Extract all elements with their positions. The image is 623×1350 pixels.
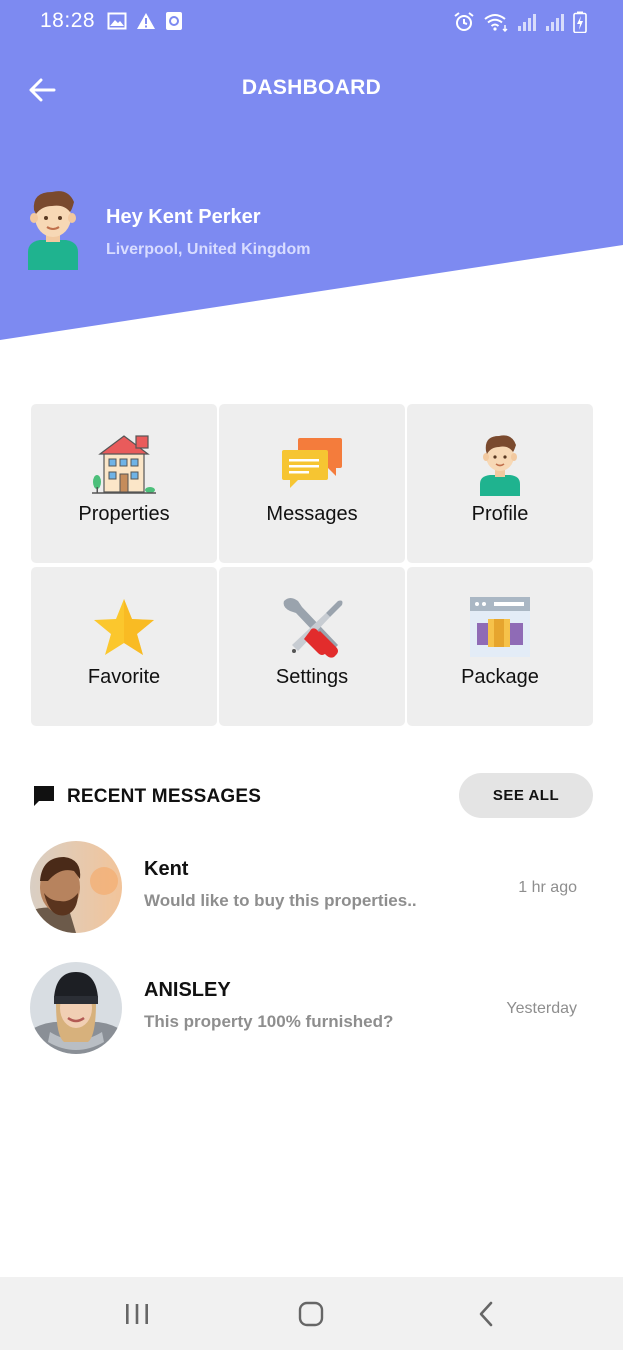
tile-properties[interactable]: Properties [31, 404, 217, 563]
tile-settings[interactable]: Settings [219, 567, 405, 726]
system-nav-bar [0, 1277, 623, 1350]
house-icon [92, 435, 156, 494]
chat-bubbles-icon [282, 438, 342, 488]
message-sender: Kent [144, 858, 189, 880]
user-greeting: Hey Kent Perker [106, 206, 261, 228]
tile-label: Favorite [87, 666, 161, 688]
signal-icon [546, 14, 564, 31]
recent-apps-button[interactable] [117, 1297, 157, 1331]
profile-avatar-icon [480, 435, 520, 496]
message-sender: ANISLEY [144, 979, 231, 1001]
message-preview: This property 100% furnished? [144, 1012, 394, 1031]
home-icon [298, 1301, 324, 1327]
message-item[interactable]: ANISLEY This property 100% furnished? Ye… [30, 962, 593, 1056]
tile-messages[interactable]: Messages [219, 404, 405, 563]
tile-profile[interactable]: Profile [407, 404, 593, 563]
tile-favorite[interactable]: Favorite [31, 567, 217, 726]
home-button[interactable] [291, 1297, 331, 1331]
tile-label: Properties [78, 503, 170, 525]
top-app-bar: DASHBOARD [0, 60, 623, 116]
notification-icon [166, 12, 182, 30]
signal-icon [518, 14, 536, 31]
tile-label: Messages [266, 503, 358, 525]
package-icon [470, 597, 530, 657]
header-background [0, 0, 623, 340]
status-time: 18:28 [40, 9, 96, 32]
message-item[interactable]: Kent Would like to buy this properties..… [30, 841, 593, 935]
star-icon [94, 599, 154, 655]
status-bar: 18:28 [0, 0, 623, 44]
avatar [30, 962, 122, 1054]
tile-label: Settings [275, 666, 349, 688]
boy-avatar-icon [28, 191, 78, 270]
recent-messages-header: RECENT MESSAGES SEE ALL [31, 773, 593, 819]
message-time: Yesterday [506, 1000, 577, 1017]
tile-label: Package [461, 666, 539, 688]
message-preview: Would like to buy this properties.. [144, 891, 417, 910]
dashboard-grid: Properties Messages Profile Favorite Set… [31, 404, 593, 726]
message-icon [34, 786, 54, 806]
header-banner [0, 0, 623, 345]
tile-package[interactable]: Package [407, 567, 593, 726]
avatar [30, 841, 122, 933]
message-time: 1 hr ago [518, 879, 577, 896]
user-location: Liverpool, United Kingdom [106, 241, 311, 258]
wifi-icon [484, 14, 508, 32]
see-all-button[interactable]: SEE ALL [459, 773, 593, 818]
section-title: RECENT MESSAGES [67, 786, 262, 807]
user-info: Hey Kent Perker Liverpool, United Kingdo… [24, 186, 424, 272]
tile-label: Profile [471, 503, 529, 525]
alarm-icon [454, 12, 474, 31]
page-title: DASHBOARD [241, 76, 382, 99]
nav-back-button[interactable] [466, 1297, 506, 1331]
battery-charging-icon [573, 11, 587, 33]
recent-apps-icon [126, 1304, 148, 1324]
back-icon [479, 1301, 493, 1327]
warning-icon [137, 13, 155, 29]
image-icon [107, 12, 127, 30]
tools-icon [283, 598, 343, 658]
